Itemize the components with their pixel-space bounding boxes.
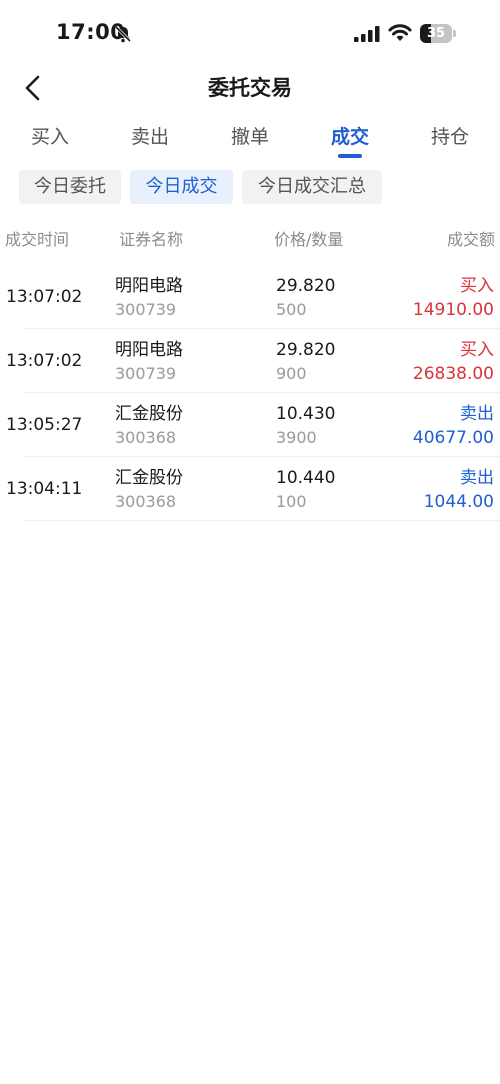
table-header: 成交时间 证券名称 价格/数量 成交额 [0, 226, 500, 254]
trade-price: 10.440 [276, 468, 336, 488]
tab-bar: 买入 卖出 撤单 成交 持仓 [0, 120, 500, 160]
chip-today-orders[interactable]: 今日委托 [19, 170, 121, 204]
status-bar: 17:00 35 [0, 0, 500, 66]
trade-amount: 1044.00 [423, 492, 494, 512]
trade-quantity: 500 [276, 300, 307, 319]
trade-amount: 26838.00 [412, 364, 494, 384]
trade-time: 13:07:02 [6, 287, 83, 307]
header-price-quantity: 价格/数量 [274, 230, 344, 249]
security-code: 300739 [115, 364, 177, 383]
battery-level: 35 [426, 26, 446, 41]
tab-trades-label: 成交 [330, 126, 369, 148]
trade-direction: 买入 [460, 276, 494, 296]
header-trade-amount: 成交额 [446, 230, 495, 249]
battery-icon: 35 [420, 24, 456, 43]
table-row[interactable]: 13:05:27 汇金股份 300368 10.430 3900 卖出 4067… [0, 393, 500, 457]
chip-today-trades-summary[interactable]: 今日成交汇总 [242, 170, 382, 204]
trade-price: 29.820 [276, 340, 336, 360]
security-name: 汇金股份 [115, 468, 183, 488]
security-code: 300368 [115, 492, 177, 511]
cellular-signal-icon [354, 26, 380, 42]
security-name: 汇金股份 [115, 404, 183, 424]
row-divider [24, 520, 500, 521]
trade-amount: 14910.00 [412, 300, 494, 320]
table-row[interactable]: 13:07:02 明阳电路 300739 29.820 500 买入 14910… [0, 265, 500, 329]
wifi-icon [388, 24, 412, 41]
tab-buy[interactable]: 买入 [0, 120, 100, 154]
table-row[interactable]: 13:07:02 明阳电路 300739 29.820 900 买入 26838… [0, 329, 500, 393]
trade-price: 29.820 [276, 276, 336, 296]
trade-quantity: 3900 [276, 428, 317, 447]
header-trade-time: 成交时间 [5, 230, 70, 249]
tab-trades[interactable]: 成交 [300, 120, 400, 158]
trade-time: 13:05:27 [6, 415, 83, 435]
trade-price: 10.430 [276, 404, 336, 424]
trade-time: 13:07:02 [6, 351, 83, 371]
active-tab-indicator [338, 154, 362, 158]
security-code: 300368 [115, 428, 177, 447]
security-name: 明阳电路 [115, 276, 183, 296]
trade-direction: 买入 [460, 340, 494, 360]
trade-direction: 卖出 [460, 404, 494, 424]
security-name: 明阳电路 [115, 340, 183, 360]
tab-cancel-order[interactable]: 撤单 [200, 120, 300, 154]
trade-direction: 卖出 [460, 468, 494, 488]
chip-today-trades[interactable]: 今日成交 [130, 170, 233, 204]
trade-quantity: 100 [276, 492, 307, 511]
tab-sell[interactable]: 卖出 [100, 120, 200, 154]
trade-time: 13:04:11 [6, 479, 83, 499]
page-title: 委托交易 [208, 76, 292, 100]
security-code: 300739 [115, 300, 177, 319]
table-row[interactable]: 13:04:11 汇金股份 300368 10.440 100 卖出 1044.… [0, 457, 500, 521]
header-security-name: 证券名称 [119, 230, 184, 249]
trade-amount: 40677.00 [412, 428, 494, 448]
bell-muted-icon [114, 25, 132, 43]
trade-quantity: 900 [276, 364, 307, 383]
tab-positions[interactable]: 持仓 [400, 120, 500, 154]
